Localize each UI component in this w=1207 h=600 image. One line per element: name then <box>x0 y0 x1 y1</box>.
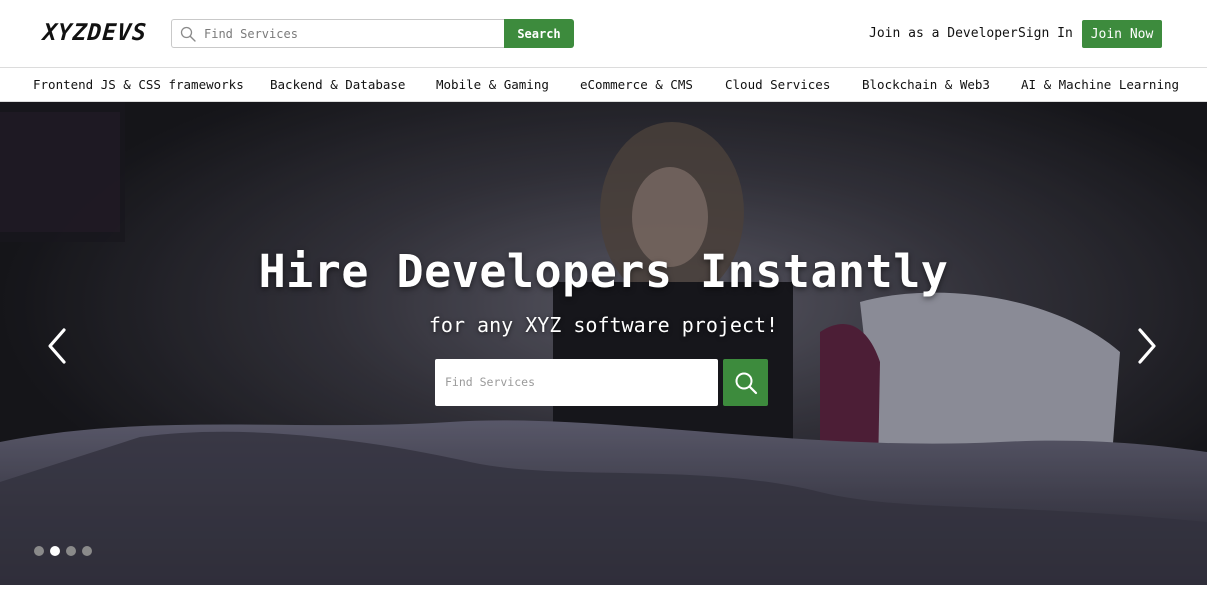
chevron-left-icon[interactable] <box>42 326 72 366</box>
carousel-dot[interactable] <box>82 546 92 556</box>
header-search-button[interactable]: Search <box>504 19 574 48</box>
join-now-button[interactable]: Join Now <box>1082 20 1162 48</box>
search-icon <box>180 26 196 42</box>
hero-carousel: Hire Developers Instantly for any XYZ so… <box>0 102 1207 585</box>
category-ai-ml[interactable]: AI & Machine Learning <box>1021 77 1179 92</box>
category-cloud-services[interactable]: Cloud Services <box>725 77 830 92</box>
sign-in-link[interactable]: Sign In <box>1018 26 1073 41</box>
category-backend[interactable]: Backend & Database <box>270 77 405 92</box>
hero-search-box[interactable] <box>435 359 718 406</box>
chevron-right-icon[interactable] <box>1132 326 1162 366</box>
carousel-dot[interactable] <box>66 546 76 556</box>
header-search-box[interactable] <box>171 19 505 48</box>
carousel-dot[interactable] <box>34 546 44 556</box>
category-ecommerce-cms[interactable]: eCommerce & CMS <box>580 77 693 92</box>
category-mobile-gaming[interactable]: Mobile & Gaming <box>436 77 549 92</box>
hero-search-input[interactable] <box>445 372 705 392</box>
carousel-indicators <box>34 546 92 556</box>
category-blockchain-web3[interactable]: Blockchain & Web3 <box>862 77 990 92</box>
site-logo[interactable]: XYZDEVS <box>42 20 148 46</box>
search-icon <box>735 372 757 394</box>
hero-search-button[interactable] <box>723 359 768 406</box>
join-as-developer-link[interactable]: Join as a Developer <box>869 26 1018 41</box>
header-search-input[interactable] <box>204 24 494 44</box>
category-frontend[interactable]: Frontend JS & CSS frameworks <box>33 77 244 92</box>
category-nav: Frontend JS & CSS frameworks Backend & D… <box>0 67 1207 102</box>
site-header: XYZDEVS Search Join as a Developer Sign … <box>0 0 1207 68</box>
hero-title: Hire Developers Instantly <box>258 245 949 298</box>
carousel-dot[interactable] <box>50 546 60 556</box>
hero-subtitle: for any XYZ software project! <box>428 313 779 337</box>
hero-background-image <box>0 102 1207 585</box>
